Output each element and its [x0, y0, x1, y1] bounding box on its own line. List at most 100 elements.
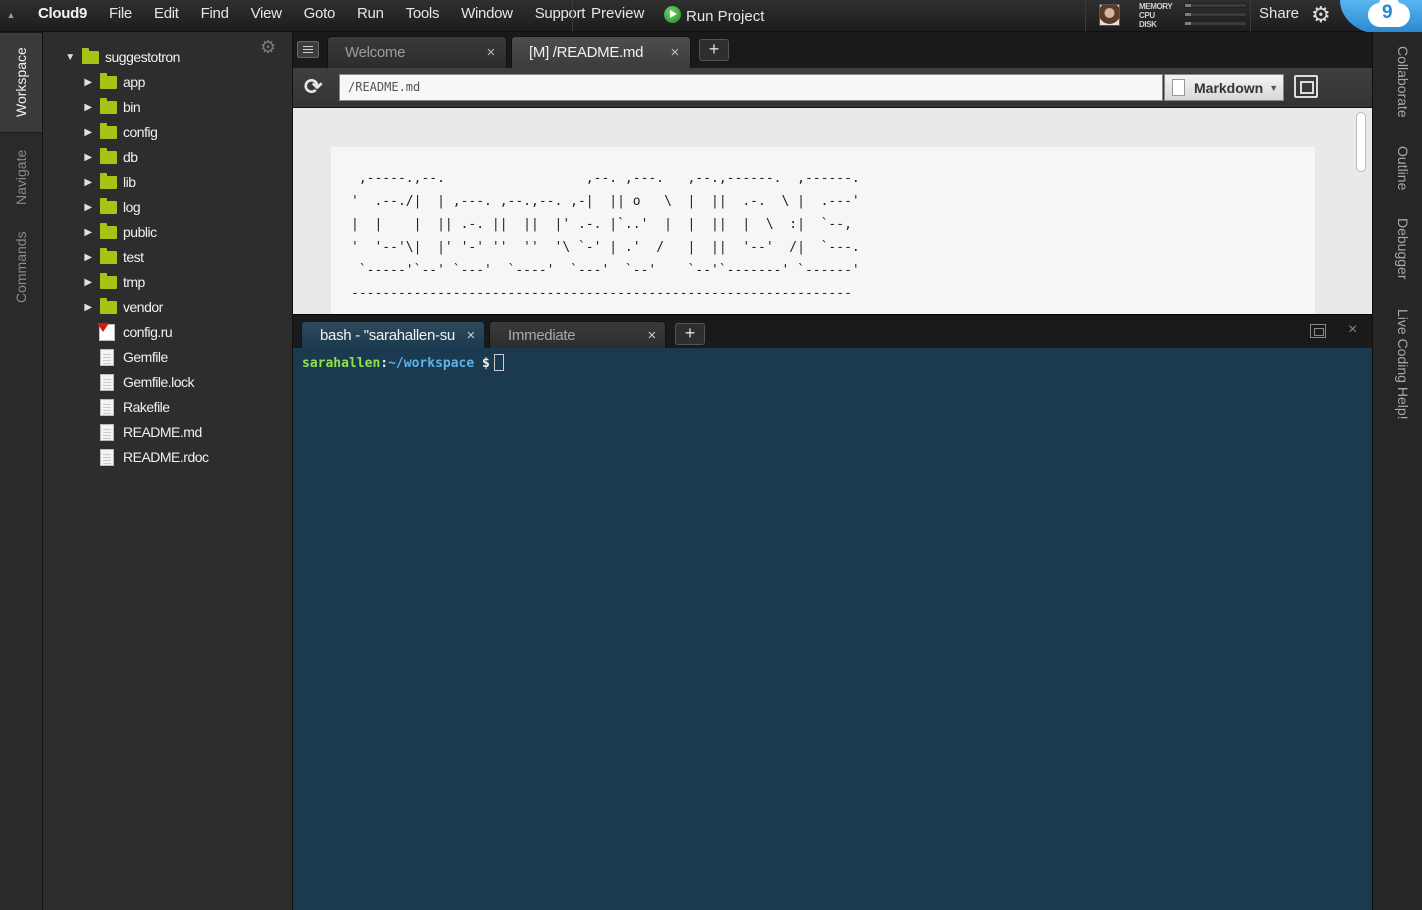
file-icon	[100, 373, 114, 391]
collapse-arrow-icon[interactable]: ▶	[82, 202, 94, 213]
tree-file-gemfile-lock[interactable]: Gemfile.lock	[99, 371, 195, 393]
folder-icon	[100, 147, 117, 164]
menu-separator	[1085, 0, 1086, 32]
tab-immediate[interactable]: Immediate ×	[489, 321, 666, 349]
add-terminal-button[interactable]: +	[675, 323, 705, 345]
cloud9-logo[interactable]: 9	[1340, 0, 1422, 34]
tree-item-label: app	[123, 74, 145, 90]
tab-collaborate[interactable]: Collaborate	[1381, 46, 1411, 136]
memory-bar	[1184, 3, 1247, 8]
tab-workspace[interactable]: Workspace	[0, 32, 42, 133]
close-icon[interactable]: ×	[648, 327, 657, 344]
menu-file[interactable]: File	[98, 0, 143, 32]
folder-icon	[100, 222, 117, 239]
file-icon	[100, 398, 114, 416]
tree-file-rakefile[interactable]: Rakefile	[99, 396, 170, 418]
menu-run[interactable]: Run	[346, 0, 395, 32]
menu-view[interactable]: View	[240, 0, 293, 32]
mode-dropdown[interactable]: Markdown ▼	[1164, 74, 1284, 101]
prompt-colon: :	[380, 356, 389, 371]
collapse-arrow-icon[interactable]: ▶	[82, 127, 94, 138]
avatar[interactable]	[1099, 4, 1120, 26]
share-button[interactable]: Share	[1259, 0, 1299, 28]
collapse-arrow-icon[interactable]: ▶	[82, 252, 94, 263]
tree-folder-tmp[interactable]: ▶ tmp	[82, 271, 145, 293]
close-icon[interactable]: ×	[671, 44, 680, 61]
cpu-bar	[1184, 12, 1247, 17]
run-project-button[interactable]: Run Project	[664, 0, 764, 32]
tree-folder-public[interactable]: ▶ public	[82, 221, 157, 243]
preview-button[interactable]: Preview	[591, 0, 644, 28]
prompt-path: ~/workspace	[388, 356, 475, 371]
menu-support[interactable]: Support	[524, 0, 596, 32]
tree-file-config-ru[interactable]: config.ru	[97, 321, 173, 343]
collapse-arrow-icon[interactable]: ▶	[82, 302, 94, 313]
tab-navigate[interactable]: Navigate	[0, 136, 42, 218]
brand-label[interactable]: Cloud9	[38, 5, 87, 22]
menu-find[interactable]: Find	[190, 0, 240, 32]
tree-folder-lib[interactable]: ▶ lib	[82, 171, 136, 193]
menu-bar: ▲ Cloud9 File Edit Find View Goto Run To…	[0, 0, 1422, 34]
gear-icon[interactable]: ⚙	[1311, 4, 1333, 26]
tab-commands[interactable]: Commands	[0, 222, 42, 312]
collapse-arrow-icon[interactable]: ▶	[82, 152, 94, 163]
file-tree: ⚙ ▼ suggestotron ▶ app ▶ bin ▶ config ▶ db ▶…	[43, 32, 293, 910]
tree-folder-vendor[interactable]: ▶ vendor	[82, 296, 163, 318]
collapse-arrow-icon[interactable]: ▶	[82, 177, 94, 188]
tab-label: Welcome	[345, 44, 406, 61]
scrollbar[interactable]	[1356, 112, 1366, 172]
tree-folder-bin[interactable]: ▶ bin	[82, 96, 141, 118]
tab-label: Immediate	[508, 327, 576, 344]
tree-item-label: lib	[123, 174, 136, 190]
tab-menu-icon[interactable]	[297, 41, 319, 58]
tab-bash[interactable]: bash - "sarahallen-su ×	[301, 321, 485, 349]
terminal[interactable]: sarahallen:~/workspace $	[293, 348, 1372, 910]
add-tab-button[interactable]: +	[699, 39, 729, 61]
menu-edit[interactable]: Edit	[143, 0, 190, 32]
tree-item-label: config.ru	[123, 324, 173, 340]
tab-welcome[interactable]: Welcome ×	[327, 36, 507, 68]
tab-outline[interactable]: Outline	[1381, 146, 1411, 206]
close-panel-icon[interactable]: ×	[1348, 321, 1357, 339]
tab-readme[interactable]: [M] /README.md ×	[511, 36, 691, 68]
tree-item-label: log	[123, 199, 141, 215]
tree-folder-root[interactable]: ▼ suggestotron	[64, 46, 180, 68]
collapse-arrow-icon[interactable]: ▶	[82, 227, 94, 238]
menu-window[interactable]: Window	[450, 0, 524, 32]
tree-file-readme-rdoc[interactable]: README.rdoc	[99, 446, 209, 468]
collapse-arrow-icon[interactable]: ▶	[82, 77, 94, 88]
folder-icon	[100, 247, 117, 264]
expand-arrow-icon[interactable]: ▼	[64, 52, 76, 63]
tree-folder-app[interactable]: ▶ app	[82, 71, 145, 93]
tree-folder-config[interactable]: ▶ config	[82, 121, 158, 143]
popout-icon[interactable]	[1294, 75, 1318, 98]
refresh-icon[interactable]: ⟳	[304, 76, 322, 98]
terminal-prompt: sarahallen:~/workspace $	[302, 354, 504, 372]
url-input[interactable]: /README.md	[339, 74, 1163, 101]
restore-icon[interactable]	[1310, 324, 1326, 338]
tree-settings-icon[interactable]: ⚙	[260, 37, 276, 58]
run-project-label: Run Project	[686, 7, 765, 25]
collapse-arrow-icon[interactable]: ▶	[82, 102, 94, 113]
tree-file-gemfile[interactable]: Gemfile	[99, 346, 168, 368]
tree-folder-test[interactable]: ▶ test	[82, 246, 144, 268]
folder-icon	[82, 47, 99, 64]
resource-stats: MEMORY CPU DISK	[1139, 2, 1249, 30]
preview-toolbar: ⟳ /README.md Markdown ▼	[293, 68, 1372, 108]
tree-item-label: README.md	[123, 424, 202, 440]
tab-debugger[interactable]: Debugger	[1381, 218, 1411, 288]
collapse-menu-icon[interactable]: ▲	[0, 0, 22, 32]
tab-live-coding-help[interactable]: Live Coding Help!	[1381, 309, 1411, 439]
menu-goto[interactable]: Goto	[293, 0, 346, 32]
tree-file-readme-md[interactable]: README.md	[99, 421, 202, 443]
tree-folder-db[interactable]: ▶ db	[82, 146, 138, 168]
menu-separator	[572, 0, 573, 32]
file-icon	[100, 423, 114, 441]
menu-tools[interactable]: Tools	[395, 0, 451, 32]
menu-separator	[1250, 0, 1251, 32]
tree-folder-log[interactable]: ▶ log	[82, 196, 141, 218]
markdown-preview[interactable]: ,-----.,--. ,--. ,---. ,--.,------. ,---…	[293, 108, 1372, 314]
close-icon[interactable]: ×	[487, 44, 496, 61]
close-icon[interactable]: ×	[467, 327, 476, 344]
collapse-arrow-icon[interactable]: ▶	[82, 277, 94, 288]
